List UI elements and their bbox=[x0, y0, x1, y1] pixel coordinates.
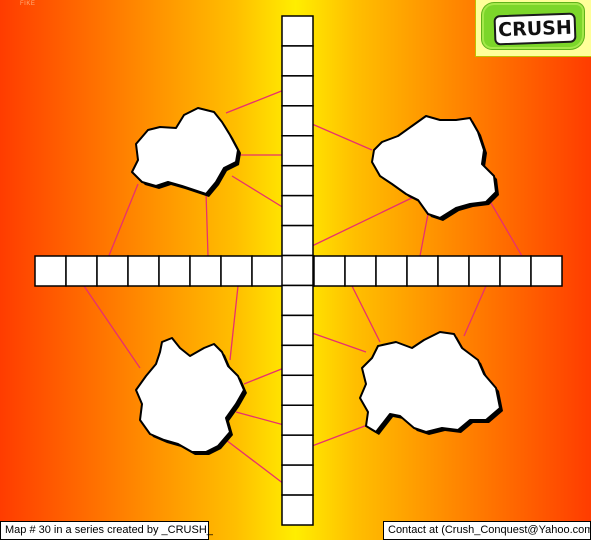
territory-cell[interactable] bbox=[281, 374, 314, 406]
territory-cell[interactable] bbox=[189, 255, 222, 287]
territory-cell[interactable] bbox=[281, 284, 314, 317]
territory-cell[interactable] bbox=[281, 135, 314, 167]
continent-bottom-left[interactable] bbox=[135, 337, 245, 453]
connector-line bbox=[311, 193, 421, 247]
territory-cell[interactable] bbox=[281, 224, 314, 257]
connector-line bbox=[463, 285, 487, 337]
territory-cell[interactable] bbox=[281, 254, 314, 287]
connector-line bbox=[311, 123, 373, 151]
territory-cell[interactable] bbox=[281, 494, 314, 526]
vertical-territory-column bbox=[281, 15, 314, 526]
connector-line bbox=[225, 439, 285, 485]
connector-line bbox=[107, 183, 139, 259]
territory-cell[interactable] bbox=[375, 255, 408, 287]
connector-line bbox=[205, 191, 209, 257]
territory-cell[interactable] bbox=[281, 194, 314, 227]
territory-cell[interactable] bbox=[281, 164, 314, 197]
connector-line bbox=[83, 285, 141, 369]
continent-top-right[interactable] bbox=[371, 115, 497, 219]
territory-cell[interactable] bbox=[65, 255, 98, 287]
logo-badge: CRUSH bbox=[484, 5, 582, 47]
connector-line bbox=[235, 411, 285, 426]
territory-cell[interactable] bbox=[281, 404, 314, 436]
territory-cell[interactable] bbox=[437, 255, 470, 287]
connector-line bbox=[311, 423, 371, 447]
status-credit: Map # 30 in a series created by _CRUSH_ bbox=[0, 521, 213, 540]
territory-cell[interactable] bbox=[281, 344, 314, 377]
territory-cell[interactable] bbox=[281, 464, 314, 496]
crush-logo: CRUSH bbox=[475, 0, 591, 57]
territory-cell[interactable] bbox=[158, 255, 191, 287]
territory-cell[interactable] bbox=[96, 255, 129, 287]
territory-cell[interactable] bbox=[281, 434, 314, 466]
connector-line bbox=[487, 197, 523, 257]
territory-cell[interactable] bbox=[344, 255, 377, 287]
territory-cell[interactable] bbox=[34, 255, 67, 287]
territory-cell[interactable] bbox=[468, 255, 501, 287]
territory-cell[interactable] bbox=[281, 15, 314, 47]
territory-cell[interactable] bbox=[313, 255, 346, 287]
territory-cell[interactable] bbox=[251, 255, 284, 287]
connector-line bbox=[225, 89, 285, 114]
logo-text: CRUSH bbox=[493, 12, 577, 46]
continent-top-left[interactable] bbox=[131, 107, 239, 195]
game-map bbox=[34, 15, 563, 526]
connector-line bbox=[419, 213, 429, 257]
connector-line bbox=[231, 175, 285, 209]
connector-line bbox=[243, 367, 285, 385]
connector-line bbox=[311, 332, 367, 353]
territory-cell[interactable] bbox=[281, 45, 314, 77]
continent-bottom-right[interactable] bbox=[359, 331, 501, 433]
territory-cell[interactable] bbox=[530, 255, 563, 287]
territory-cell[interactable] bbox=[281, 314, 314, 347]
territory-cell[interactable] bbox=[281, 75, 314, 107]
connector-line bbox=[351, 285, 381, 343]
territory-cell[interactable] bbox=[127, 255, 160, 287]
territory-cell[interactable] bbox=[499, 255, 532, 287]
territory-cell[interactable] bbox=[220, 255, 253, 287]
status-contact: Contact at (Crush_Conquest@Yahoo.com) bbox=[383, 521, 591, 540]
connector-line bbox=[229, 285, 239, 361]
territory-cell[interactable] bbox=[406, 255, 439, 287]
territory-cell[interactable] bbox=[281, 105, 314, 137]
